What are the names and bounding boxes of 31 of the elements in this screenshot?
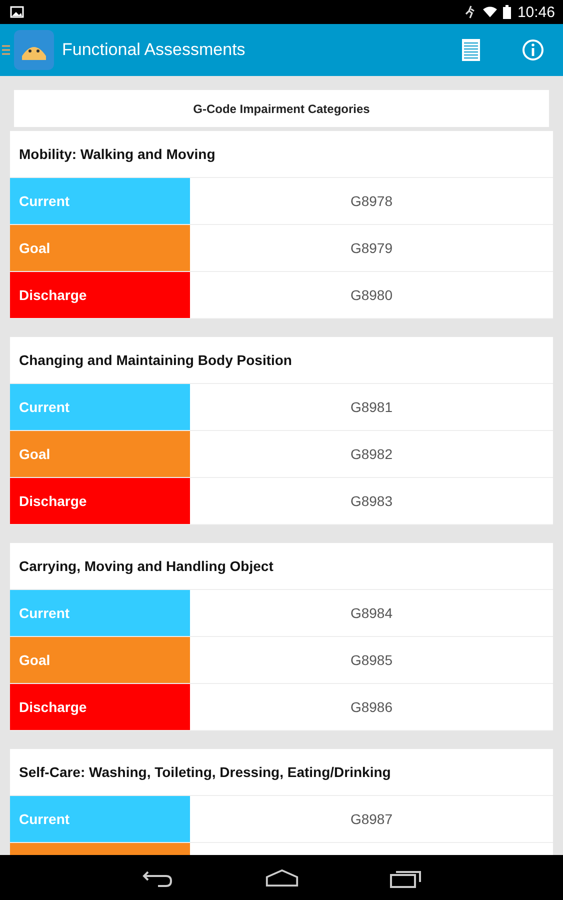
header-title: G-Code Impairment Categories <box>193 102 370 116</box>
g-code: G8986 <box>349 698 394 717</box>
running-figure-icon <box>463 5 478 19</box>
stage-label: Discharge <box>10 272 190 318</box>
stage-label: Discharge <box>10 684 190 730</box>
g-code: G8978 <box>349 192 394 211</box>
battery-icon <box>503 5 512 19</box>
stage-label: Current <box>10 796 190 842</box>
document-list-icon[interactable] <box>462 39 480 61</box>
info-icon[interactable] <box>522 39 544 61</box>
g-code: G8981 <box>349 398 394 417</box>
stage-label: Current <box>10 590 190 636</box>
g-code: G8984 <box>349 604 394 623</box>
stage-label: Current <box>10 178 190 224</box>
g-code: G8983 <box>349 492 394 511</box>
g-code: G8980 <box>349 286 394 305</box>
stage-label: Goal <box>10 637 190 683</box>
g-code: G8982 <box>349 445 394 464</box>
image-icon <box>10 6 24 18</box>
g-code: G8979 <box>349 239 394 258</box>
g-code: G8987 <box>349 810 394 829</box>
app-logo-icon[interactable] <box>14 30 54 70</box>
wifi-icon <box>483 5 498 19</box>
stage-label: Discharge <box>10 478 190 524</box>
stage-label: Current <box>10 384 190 430</box>
stage-label: Goal <box>10 225 190 271</box>
stage-label: Goal <box>10 431 190 477</box>
clock-time: 10:46 <box>517 4 555 20</box>
app-title: Functional Assessments <box>62 40 246 60</box>
g-code: G8985 <box>349 651 394 670</box>
home-icon[interactable] <box>264 868 298 888</box>
